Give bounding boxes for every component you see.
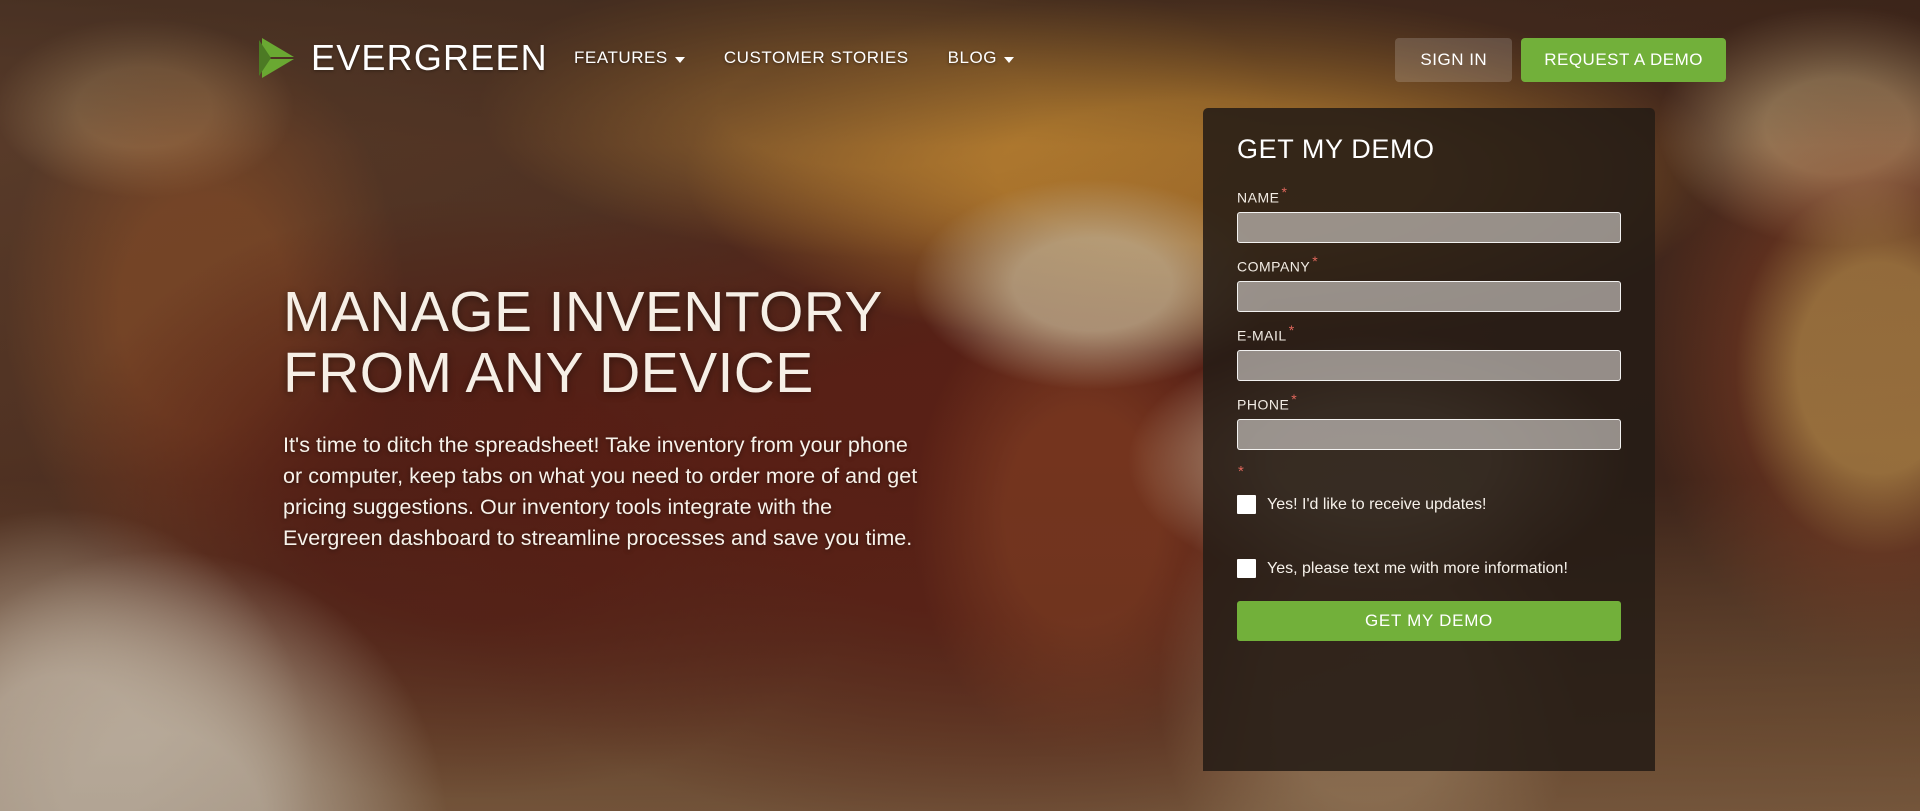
chevron-down-icon: [674, 56, 685, 63]
form-field-email: E-MAIL *: [1237, 323, 1621, 382]
name-label-text: NAME: [1237, 189, 1280, 206]
nav-link-customer-stories[interactable]: CUSTOMER STORIES: [724, 48, 909, 68]
text-me-checkbox[interactable]: [1237, 559, 1256, 579]
required-asterisk: *: [1312, 253, 1319, 270]
form-field-company: COMPANY *: [1237, 254, 1621, 313]
header-actions: SIGN IN REQUEST A DEMO: [1395, 38, 1726, 82]
site-header: EVERGREEN FEATURES CUSTOMER STORIES BLOG…: [0, 0, 1920, 100]
chevron-down-icon: [1004, 56, 1015, 63]
email-label-text: E-MAIL: [1237, 327, 1287, 344]
name-field-label: NAME *: [1237, 185, 1621, 206]
brand-name: EVERGREEN: [311, 37, 548, 78]
nav-item-customer-stories[interactable]: CUSTOMER STORIES: [724, 48, 909, 68]
form-title: GET MY DEMO: [1237, 134, 1435, 164]
form-field-name: NAME *: [1237, 185, 1621, 244]
request-a-demo-button[interactable]: REQUEST A DEMO: [1521, 38, 1726, 82]
phone-input[interactable]: [1237, 419, 1621, 451]
hero-copy-block: MANAGE INVENTORY FROM ANY DEVICE It's ti…: [283, 282, 943, 555]
nav-label-features: FEATURES: [574, 48, 668, 67]
form-field-phone: PHONE *: [1237, 392, 1621, 451]
consent-required-asterisk: *: [1238, 463, 1244, 481]
landing-page: EVERGREEN FEATURES CUSTOMER STORIES BLOG…: [0, 0, 1920, 811]
email-field-label: E-MAIL *: [1237, 323, 1621, 344]
consent-row-text: Yes, please text me with more informatio…: [1237, 559, 1621, 579]
nav-label-blog: BLOG: [947, 48, 998, 67]
company-field-label: COMPANY *: [1237, 254, 1621, 275]
hero-headline-line-1: MANAGE INVENTORY: [283, 280, 883, 344]
sign-in-button[interactable]: SIGN IN: [1395, 38, 1513, 82]
receive-updates-checkbox[interactable]: [1237, 495, 1256, 515]
nav-label-customer-stories: CUSTOMER STORIES: [723, 48, 909, 67]
phone-label-text: PHONE: [1237, 396, 1290, 413]
company-input[interactable]: [1237, 281, 1621, 313]
nav-link-features[interactable]: FEATURES: [574, 48, 685, 68]
email-input[interactable]: [1237, 350, 1621, 382]
receive-updates-label[interactable]: Yes! I'd like to receive updates!: [1267, 495, 1486, 514]
hero-headline: MANAGE INVENTORY FROM ANY DEVICE: [283, 282, 943, 404]
evergreen-play-triangle-logo-icon: [259, 38, 294, 78]
get-my-demo-submit-button[interactable]: GET MY DEMO: [1237, 600, 1621, 641]
name-input[interactable]: [1237, 212, 1621, 244]
hero-subtitle: It's time to ditch the spreadsheet! Take…: [283, 432, 918, 551]
hero-headline-line-2: FROM ANY DEVICE: [283, 340, 814, 405]
primary-navigation: FEATURES CUSTOMER STORIES BLOG: [574, 48, 1015, 68]
nav-item-blog[interactable]: BLOG: [947, 48, 1015, 68]
required-asterisk: *: [1281, 184, 1288, 200]
phone-field-label: PHONE *: [1237, 392, 1621, 413]
nav-item-features[interactable]: FEATURES: [574, 48, 685, 68]
brand-logo-link[interactable]: EVERGREEN: [258, 36, 548, 80]
header-inner: EVERGREEN FEATURES CUSTOMER STORIES BLOG…: [0, 0, 1920, 100]
company-label-text: COMPANY: [1237, 258, 1311, 275]
required-asterisk: *: [1288, 322, 1295, 339]
consent-row-updates: Yes! I'd like to receive updates!: [1237, 495, 1621, 515]
get-my-demo-form-panel: GET MY DEMO NAME * COMPANY * E-MAIL * PHONE…: [1203, 108, 1655, 771]
required-asterisk: *: [1291, 391, 1298, 408]
text-me-label[interactable]: Yes, please text me with more informatio…: [1267, 559, 1568, 578]
nav-link-blog[interactable]: BLOG: [947, 48, 1015, 68]
